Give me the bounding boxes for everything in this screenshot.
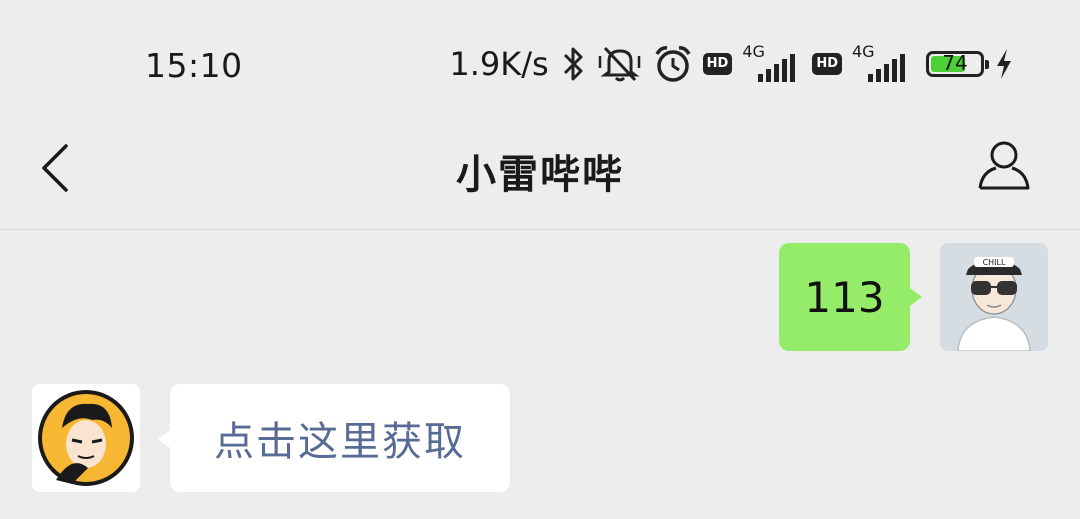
hd-icon: HD	[702, 53, 733, 75]
hd-icon: HD	[812, 53, 842, 75]
message-text: 113	[804, 272, 885, 322]
avatar[interactable]: CHILL	[940, 243, 1048, 351]
person-icon[interactable]	[974, 138, 1034, 194]
svg-text:CHILL: CHILL	[983, 258, 1006, 267]
avatar-cartoon-icon	[32, 384, 140, 492]
message-outgoing: 113 CHILL	[0, 243, 1080, 353]
charging-icon	[997, 49, 1011, 79]
mute-icon	[598, 46, 640, 82]
message-bubble[interactable]: 113	[779, 243, 910, 351]
message-link-text[interactable]: 点击这里获取	[214, 409, 466, 467]
signal-icon: 4G	[852, 42, 912, 82]
bluetooth-icon	[563, 47, 583, 81]
status-time: 15:10	[145, 46, 243, 85]
battery-icon: 74	[926, 51, 989, 77]
message-incoming: 点击这里获取	[0, 384, 1080, 494]
signal-icon: 4G	[742, 42, 802, 82]
message-bubble[interactable]: 点击这里获取	[170, 384, 510, 492]
battery-level: 74	[942, 51, 968, 75]
alarm-icon	[655, 46, 691, 82]
chat-title: 小雷哔哔	[456, 152, 624, 198]
status-icons: 1.9K/s HD 4G HD 4G 74	[449, 42, 1014, 86]
avatar-cartoon-icon: CHILL	[940, 243, 1048, 351]
avatar[interactable]	[32, 384, 140, 492]
net-speed: 1.9K/s	[449, 45, 549, 83]
status-bar: 15:10 1.9K/s HD 4G HD 4G 74	[0, 0, 1080, 120]
chat-header: 小雷哔哔	[0, 120, 1080, 230]
